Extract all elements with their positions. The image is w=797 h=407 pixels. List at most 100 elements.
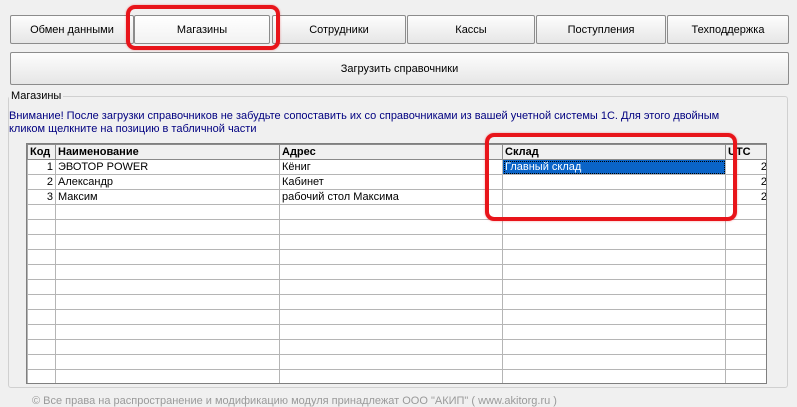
cell-warehouse[interactable] (502, 174, 726, 190)
empty-cell (502, 264, 726, 280)
empty-table-row (27, 339, 766, 355)
cell-warehouse[interactable]: Главный склад (502, 159, 726, 175)
column-header-code[interactable]: Код (27, 144, 56, 160)
empty-cell (502, 354, 726, 370)
empty-cell (502, 324, 726, 340)
empty-cell (55, 309, 280, 325)
empty-cell (502, 219, 726, 235)
empty-cell (279, 219, 503, 235)
empty-cell (725, 354, 766, 370)
empty-cell (55, 354, 280, 370)
table-row[interactable]: 1 ЭВОТОР POWER Кёниг Главный склад 2 (27, 159, 766, 175)
empty-cell (27, 249, 56, 265)
cell-warehouse[interactable] (502, 189, 726, 205)
tab-data-exchange[interactable]: Обмен данными (10, 15, 134, 44)
empty-cell (55, 204, 280, 220)
empty-cell (502, 249, 726, 265)
cell-name[interactable]: Максим (55, 189, 280, 205)
column-header-address[interactable]: Адрес (279, 144, 503, 160)
empty-table-row (27, 354, 766, 370)
cell-address[interactable]: Кёниг (279, 159, 503, 175)
empty-cell (55, 294, 280, 310)
cell-utc[interactable]: 2 (725, 159, 766, 175)
cell-address[interactable]: рабочий стол Максима (279, 189, 503, 205)
empty-cell (725, 339, 766, 355)
tab-stores[interactable]: Магазины (134, 15, 270, 44)
tab-receipts[interactable]: Поступления (536, 15, 666, 44)
empty-cell (55, 234, 280, 250)
empty-table-row (27, 219, 766, 235)
empty-cell (725, 204, 766, 220)
table-row[interactable]: 3 Максим рабочий стол Максима 2 (27, 189, 766, 205)
empty-cell (725, 369, 766, 383)
empty-cell (55, 249, 280, 265)
cell-code[interactable]: 3 (27, 189, 56, 205)
empty-cell (279, 264, 503, 280)
copyright-text: © Все права на распространение и модифик… (32, 395, 557, 407)
tab-cash-registers[interactable]: Кассы (407, 15, 535, 44)
empty-cell (27, 294, 56, 310)
empty-table-row (27, 234, 766, 250)
stores-group-title: Магазины (11, 90, 62, 102)
empty-cell (55, 279, 280, 295)
cell-name[interactable]: ЭВОТОР POWER (55, 159, 280, 175)
empty-cell (27, 369, 56, 383)
empty-cell (502, 294, 726, 310)
empty-cell (502, 339, 726, 355)
empty-cell (27, 354, 56, 370)
stores-table[interactable]: Код Наименование Адрес Склад UTC 1 ЭВОТО… (26, 143, 767, 384)
cell-name[interactable]: Александр (55, 174, 280, 190)
empty-table-row (27, 309, 766, 325)
empty-cell (27, 309, 56, 325)
empty-cell (55, 264, 280, 280)
notice-text: Внимание! После загрузки справочников не… (9, 110, 720, 135)
empty-table-row (27, 264, 766, 280)
empty-cell (725, 264, 766, 280)
tab-support[interactable]: Техподдержка (667, 15, 789, 44)
empty-cell (55, 369, 280, 383)
table-row[interactable]: 2 Александр Кабинет 2 (27, 174, 766, 190)
empty-cell (27, 264, 56, 280)
empty-cell (279, 279, 503, 295)
empty-cell (725, 234, 766, 250)
column-header-name[interactable]: Наименование (55, 144, 280, 160)
empty-cell (279, 249, 503, 265)
empty-cell (502, 369, 726, 383)
empty-cell (279, 369, 503, 383)
empty-cell (725, 279, 766, 295)
cell-code[interactable]: 2 (27, 174, 56, 190)
load-directories-button[interactable]: Загрузить справочники (10, 52, 789, 85)
empty-cell (725, 249, 766, 265)
empty-cell (725, 309, 766, 325)
empty-cell (725, 219, 766, 235)
empty-cell (55, 324, 280, 340)
cell-utc[interactable]: 2 (725, 189, 766, 205)
empty-cell (279, 294, 503, 310)
empty-cell (725, 294, 766, 310)
cell-code[interactable]: 1 (27, 159, 56, 175)
empty-table-row (27, 279, 766, 295)
empty-table-row (27, 249, 766, 265)
empty-cell (27, 204, 56, 220)
empty-cell (279, 339, 503, 355)
cell-utc[interactable]: 2 (725, 174, 766, 190)
empty-cell (279, 324, 503, 340)
cell-address[interactable]: Кабинет (279, 174, 503, 190)
column-header-warehouse[interactable]: Склад (502, 144, 726, 160)
empty-table-row (27, 369, 766, 383)
column-header-utc[interactable]: UTC (725, 144, 766, 160)
empty-cell (502, 309, 726, 325)
empty-table-row (27, 204, 766, 220)
empty-cell (502, 204, 726, 220)
empty-cell (502, 279, 726, 295)
empty-table-row (27, 294, 766, 310)
empty-cell (27, 339, 56, 355)
empty-table-row (27, 324, 766, 340)
empty-cell (279, 354, 503, 370)
empty-cell (279, 309, 503, 325)
empty-cell (55, 219, 280, 235)
empty-cell (279, 234, 503, 250)
empty-cell (27, 219, 56, 235)
empty-cell (27, 324, 56, 340)
tab-employees[interactable]: Сотрудники (272, 15, 406, 44)
